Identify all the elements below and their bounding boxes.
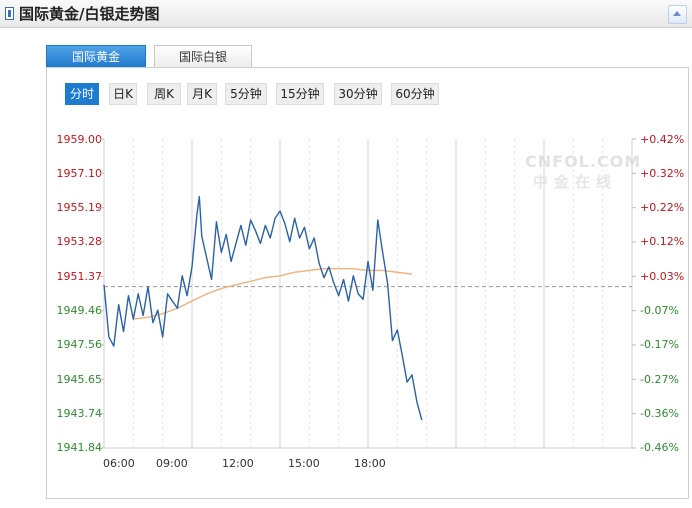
- price-line: [103, 195, 423, 421]
- price-chart: [100, 138, 636, 449]
